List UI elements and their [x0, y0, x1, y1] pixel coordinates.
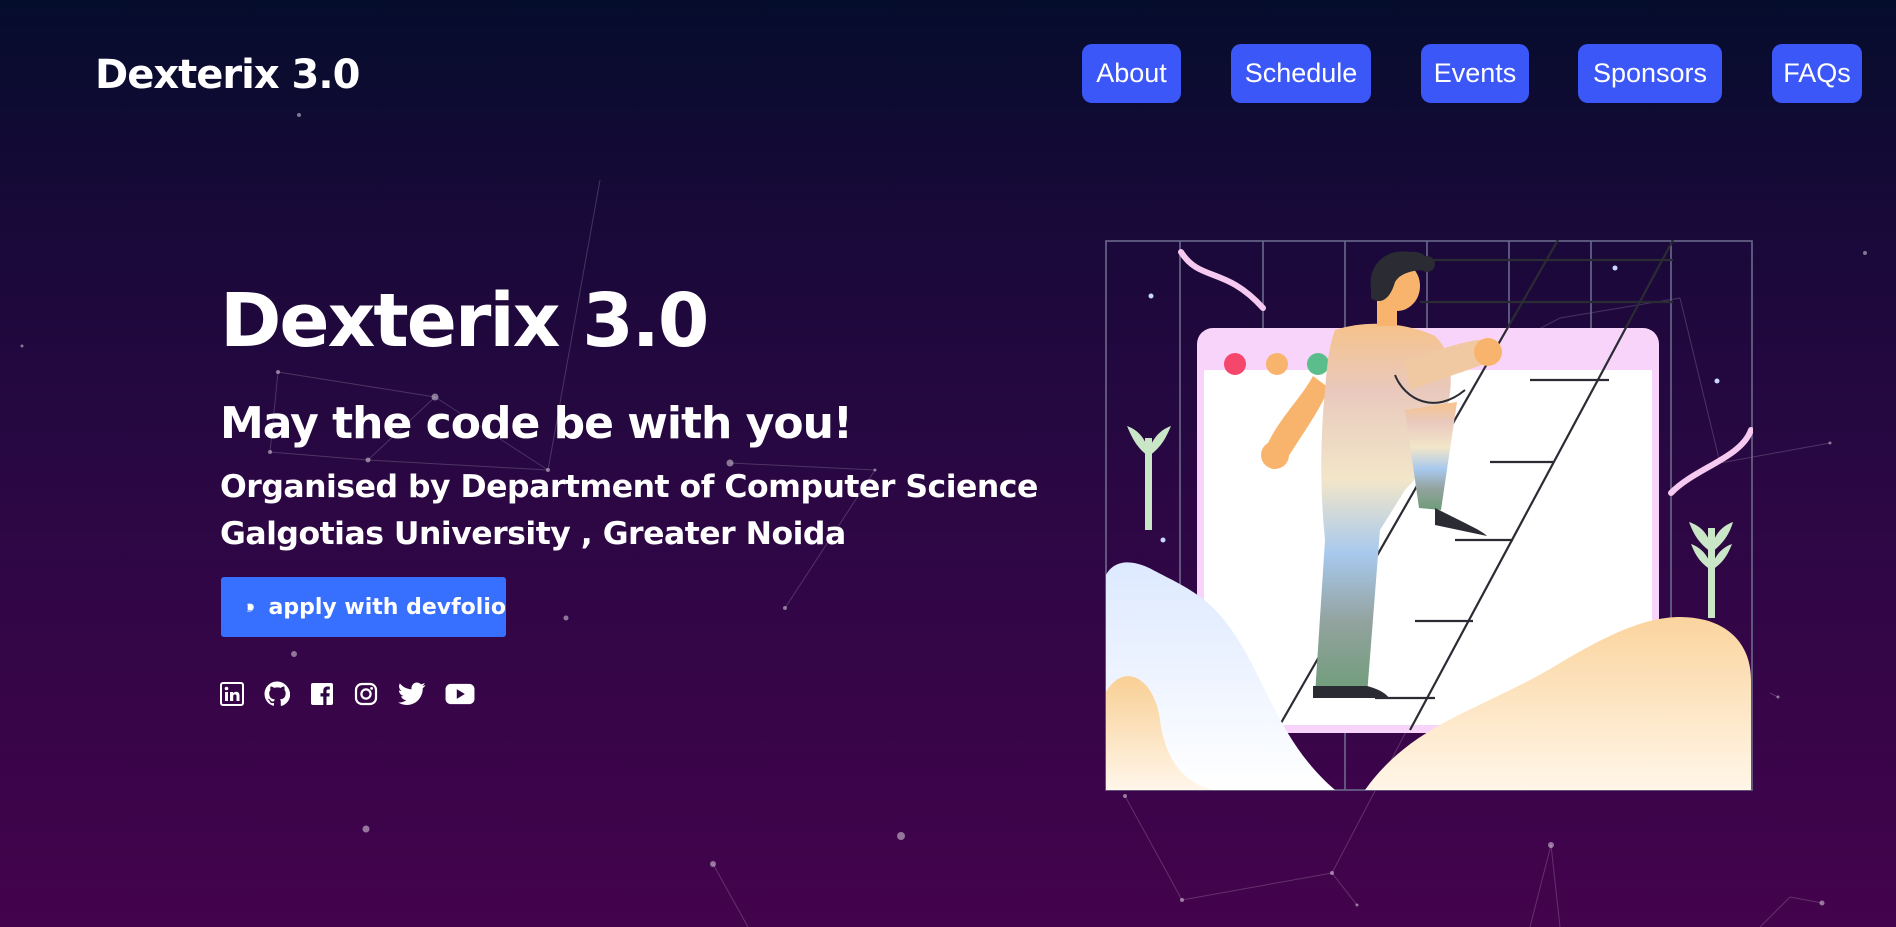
apply-with-devfolio-button[interactable]: apply with devfolio: [221, 577, 506, 637]
linkedin-icon[interactable]: [220, 681, 244, 707]
hero-tagline: May the code be with you!: [220, 398, 853, 449]
devfolio-logo-icon: [247, 603, 254, 612]
nav-schedule-button[interactable]: Schedule: [1231, 44, 1371, 103]
organiser-line-university: Galgotias University , Greater Noida: [220, 516, 846, 552]
twitter-icon[interactable]: [398, 681, 426, 707]
hero-illustration-person-climbing-ladder: [1105, 240, 1753, 791]
nav-about-button[interactable]: About: [1082, 44, 1181, 103]
top-navigation: About Schedule Events Sponsors FAQs: [0, 44, 1896, 104]
hero-title: Dexterix 3.0: [220, 278, 709, 364]
organiser-text: Organised by Department of Computer Scie…: [220, 464, 1038, 558]
nav-sponsors-button[interactable]: Sponsors: [1578, 44, 1722, 103]
facebook-icon[interactable]: [310, 681, 334, 707]
github-icon[interactable]: [264, 681, 290, 707]
organiser-line-department: Organised by Department of Computer Scie…: [220, 469, 1038, 505]
nav-faqs-button[interactable]: FAQs: [1772, 44, 1862, 103]
apply-button-label: apply with devfolio: [268, 594, 506, 620]
instagram-icon[interactable]: [354, 681, 378, 707]
youtube-icon[interactable]: [445, 681, 475, 707]
nav-events-button[interactable]: Events: [1421, 44, 1529, 103]
